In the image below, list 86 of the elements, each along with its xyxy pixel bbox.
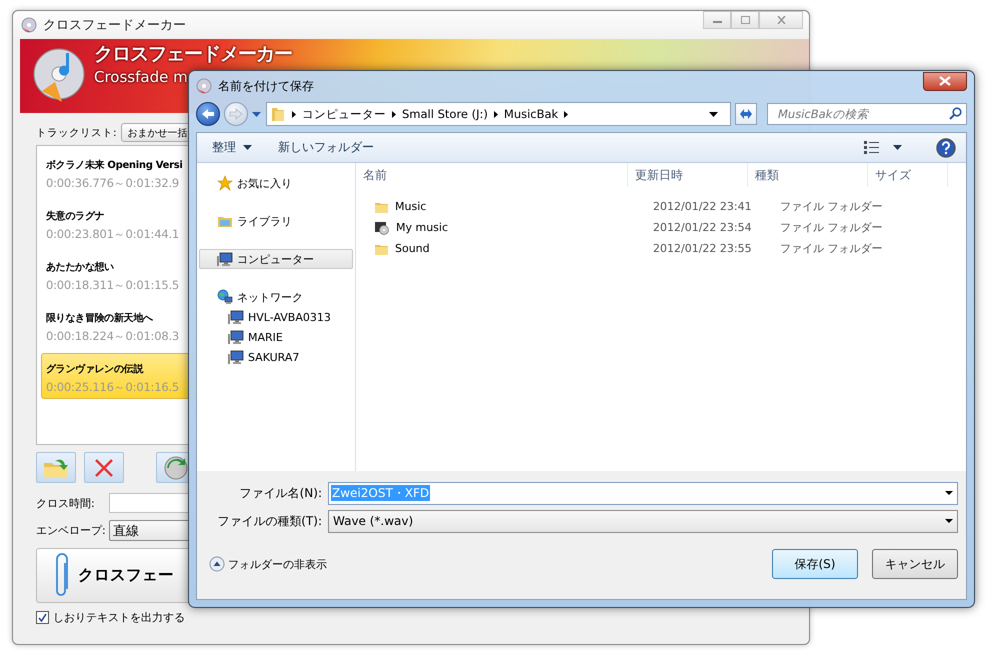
cancel-button[interactable]: キャンセル <box>872 549 958 579</box>
caret-icon <box>893 145 902 150</box>
computer-icon <box>228 329 244 345</box>
right-arrow-icon <box>229 108 243 120</box>
refresh-icon <box>738 107 754 121</box>
check-icon <box>38 613 47 622</box>
track-item[interactable]: ボクラノ未来 Opening Versi 0:00:36.776～0:01:32.9 <box>41 149 196 195</box>
window-title: クロスフェードメーカー <box>43 17 187 34</box>
breadcrumb-item[interactable]: MusicBak <box>504 107 558 121</box>
modified-date: 2012/01/22 23:41 <box>653 200 752 213</box>
breadcrumb-item[interactable]: Small Store (J:) <box>402 107 488 121</box>
help-icon <box>936 138 956 158</box>
track-list-label: トラックリスト: <box>36 126 117 140</box>
navigation-item[interactable]: HVL-AVBA0313 <box>199 307 353 327</box>
file-type: ファイル フォルダー <box>780 221 882 234</box>
delete-button[interactable] <box>84 452 124 483</box>
chevron-right-icon <box>292 110 296 118</box>
file-type: ファイル フォルダー <box>780 200 882 213</box>
search-field[interactable]: MusicBakの検索 <box>767 103 967 125</box>
back-button[interactable] <box>196 102 220 126</box>
history-dropdown[interactable] <box>252 112 262 116</box>
help-button[interactable] <box>936 138 956 158</box>
breadcrumb-item[interactable]: コンピューター <box>302 106 386 122</box>
list-view-icon <box>864 141 879 154</box>
maximize-button[interactable] <box>731 11 759 29</box>
modified-date: 2012/01/22 23:54 <box>653 221 752 234</box>
banner-title: クロスフェードメーカー <box>94 44 292 66</box>
modified-date: 2012/01/22 23:55 <box>653 242 752 255</box>
open-folder-button[interactable] <box>36 452 76 483</box>
close-icon <box>776 16 786 24</box>
banner-subtitle: Crossfade m <box>94 68 188 86</box>
disc-icon <box>21 17 37 33</box>
navigation-item[interactable]: ネットワーク <box>199 287 353 307</box>
organize-menu[interactable]: 整理 <box>212 139 252 156</box>
navigation-item[interactable]: お気に入り <box>199 173 353 193</box>
paperclip-icon <box>55 552 69 598</box>
delete-icon <box>94 458 114 478</box>
navigation-item[interactable]: コンピューター <box>199 249 353 269</box>
refresh-button[interactable] <box>735 103 757 125</box>
folder-arrow-icon <box>43 456 69 478</box>
chevron-right-icon <box>392 110 396 118</box>
close-icon <box>939 76 951 86</box>
computer-icon <box>228 349 244 365</box>
track-item[interactable]: あたたかな想い 0:00:18.311～0:01:15.5 <box>41 251 196 297</box>
left-arrow-icon <box>201 108 215 120</box>
cross-time-label: クロス時間: <box>36 496 96 510</box>
column-header[interactable]: 更新日時 <box>628 163 748 187</box>
track-item[interactable]: 失意のラグナ 0:00:23.801～0:01:44.1 <box>41 200 196 246</box>
caret-icon <box>243 145 252 150</box>
checkbox-label: しおりテキストを出力する <box>53 610 185 625</box>
close-button[interactable] <box>923 72 967 90</box>
track-item[interactable]: 限りなき冒険の新天地へ 0:00:18.224～0:01:08.3 <box>41 302 196 348</box>
collapse-icon <box>209 556 225 572</box>
address-bar[interactable]: コンピューター Small Store (J:) MusicBak <box>266 102 731 126</box>
file-name[interactable]: Sound <box>395 242 430 255</box>
navigation-item[interactable]: MARIE <box>199 327 353 347</box>
navigation-item[interactable]: ライブラリ <box>199 211 353 231</box>
chevron-right-icon <box>494 110 498 118</box>
minimize-button[interactable] <box>703 11 731 29</box>
network-icon <box>217 289 233 305</box>
column-header[interactable]: 種類 <box>748 163 868 187</box>
search-icon <box>949 107 962 120</box>
file-type-dropdown[interactable]: Wave (*.wav) <box>328 510 958 532</box>
media-folder-icon <box>374 220 390 235</box>
column-header[interactable]: 名前 <box>356 163 628 187</box>
star-icon <box>217 175 233 191</box>
dialog-title: 名前を付けて保存 <box>218 78 314 94</box>
file-name[interactable]: My music <box>396 221 448 234</box>
checkbox[interactable] <box>36 611 49 624</box>
maximize-icon <box>740 16 750 24</box>
file-name[interactable]: Music <box>395 200 426 213</box>
computer-icon <box>228 309 244 325</box>
view-menu[interactable] <box>864 141 902 154</box>
new-folder-button[interactable]: 新しいフォルダー <box>278 139 374 156</box>
chevron-right-icon <box>564 110 568 118</box>
caret-icon <box>945 519 953 523</box>
envelope-label: エンベロープ: <box>36 523 107 538</box>
refresh-icon <box>164 456 188 480</box>
save-button[interactable]: 保存(S) <box>772 549 858 579</box>
caret-icon <box>945 491 953 495</box>
computer-icon <box>217 251 233 267</box>
disc-icon <box>196 78 212 94</box>
folder-icon <box>271 106 286 122</box>
column-header[interactable]: サイズ <box>868 163 948 187</box>
file-name-label: ファイル名(N): <box>238 484 323 502</box>
file-type: ファイル フォルダー <box>780 242 882 255</box>
